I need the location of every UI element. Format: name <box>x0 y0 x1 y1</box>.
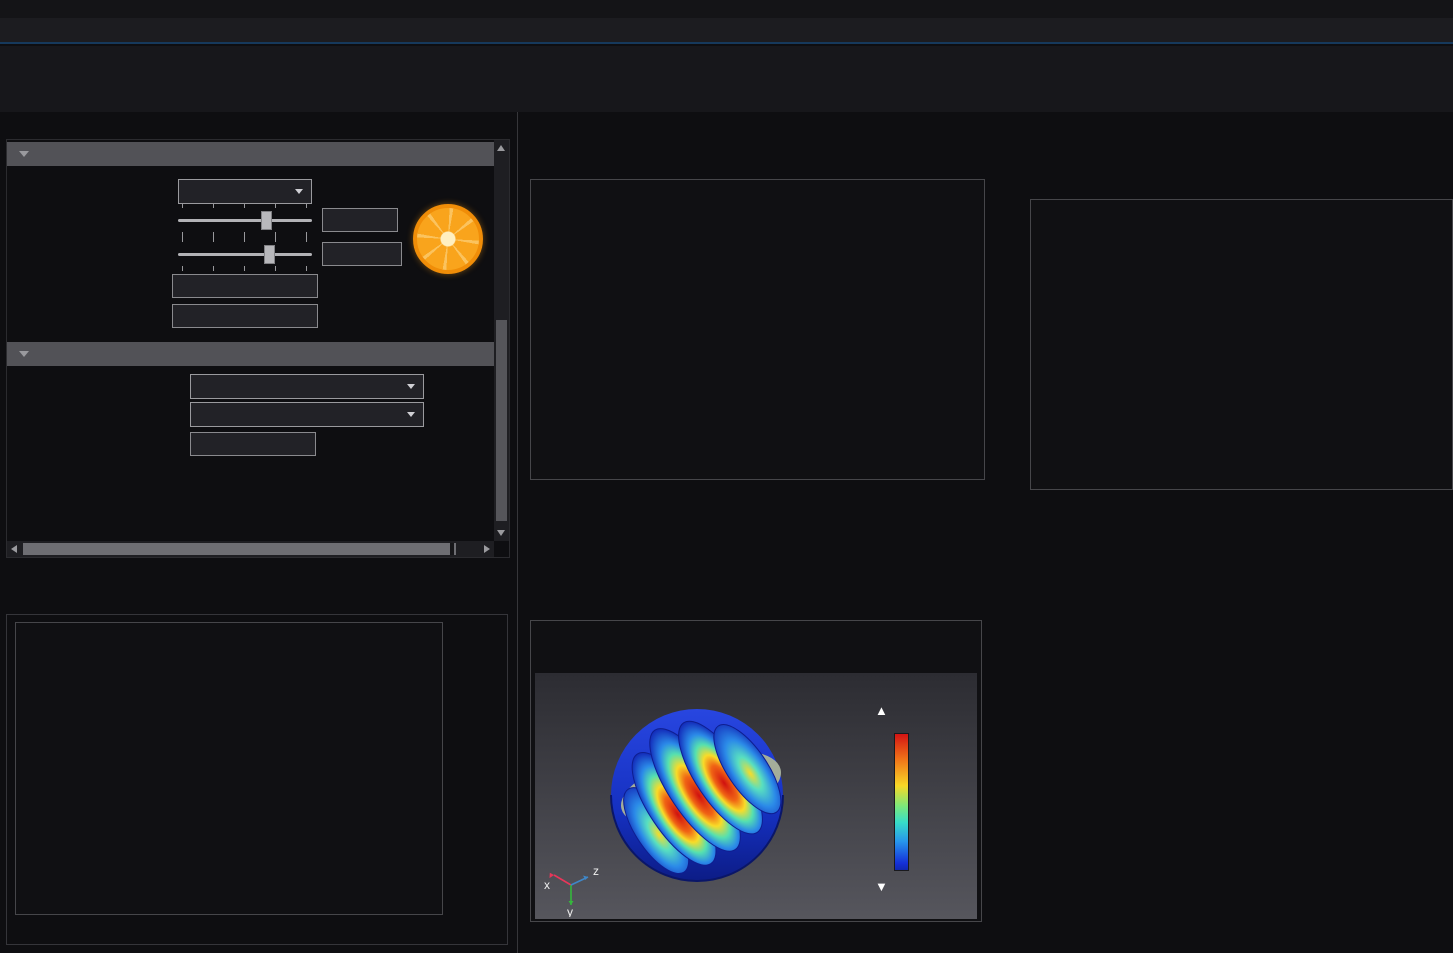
metrics-plot-panel <box>1030 199 1453 490</box>
slider-track <box>178 219 312 222</box>
flow-rate-select[interactable] <box>190 374 424 399</box>
scrollbar-notch <box>450 543 454 555</box>
scroll-left-icon[interactable] <box>11 545 17 553</box>
colorbar-max: ▲ <box>875 703 888 718</box>
column-divider <box>517 112 518 953</box>
menu-bar <box>0 18 1453 44</box>
colorbar-gradient <box>894 733 909 871</box>
vertical-scrollbar[interactable] <box>494 140 509 541</box>
scroll-right-icon[interactable] <box>484 545 490 553</box>
scroll-down-icon[interactable] <box>497 530 505 536</box>
axis-triad-icon: x y z <box>541 861 605 917</box>
app-toolbar <box>0 46 1453 112</box>
geometry-mesh-container <box>6 614 508 945</box>
slider-thumb[interactable] <box>264 245 275 264</box>
air-temperature-chart[interactable] <box>537 212 947 462</box>
slider-thumb[interactable] <box>261 211 272 230</box>
air-temp-input[interactable] <box>190 432 316 456</box>
colorbar-min: ▼ <box>875 879 888 894</box>
axis-y-label: y <box>567 905 573 917</box>
fruit-radius-value[interactable] <box>322 242 402 266</box>
axis-z-label: z <box>593 864 599 878</box>
orange-3d-model <box>587 681 807 901</box>
slider-track <box>178 253 312 256</box>
color-legend: ▲ ▼ <box>875 703 980 903</box>
mass-loss-chart[interactable] <box>1037 236 1450 482</box>
collapse-icon <box>19 351 29 357</box>
axis-x-label: x <box>544 878 550 892</box>
air-temp-mode-select[interactable] <box>190 402 424 427</box>
sensor-plot-panel <box>530 179 985 480</box>
mesh-chart[interactable] <box>19 653 441 913</box>
slider-ticks <box>182 203 308 208</box>
horizontal-scrollbar[interactable] <box>7 541 494 557</box>
digital-twin-panel: ▲ ▼ x y z <box>530 620 982 922</box>
peel-thickness-value[interactable] <box>322 208 398 232</box>
section-delivery-air-parameters[interactable] <box>7 342 494 366</box>
scroll-up-icon[interactable] <box>497 145 505 151</box>
slider-ticks <box>182 266 308 271</box>
initial-temp-input[interactable] <box>172 274 318 298</box>
chevron-down-icon <box>407 384 415 389</box>
slider-ticks <box>182 237 308 242</box>
twin-3d-scene[interactable]: ▲ ▼ x y z <box>535 673 977 919</box>
initial-quality-input[interactable] <box>172 304 318 328</box>
chevron-down-icon <box>295 189 303 194</box>
fruit-radius-slider[interactable] <box>178 234 312 274</box>
collapse-icon <box>19 151 29 157</box>
chevron-down-icon <box>407 412 415 417</box>
mesh-plot-panel <box>15 622 443 915</box>
title-bar <box>0 0 1453 18</box>
scrollbar-thumb[interactable] <box>23 543 456 555</box>
orange-image <box>413 204 483 274</box>
scrollbar-thumb[interactable] <box>496 320 507 521</box>
input-database-panel <box>6 139 510 558</box>
section-product-parameters[interactable] <box>7 142 494 166</box>
